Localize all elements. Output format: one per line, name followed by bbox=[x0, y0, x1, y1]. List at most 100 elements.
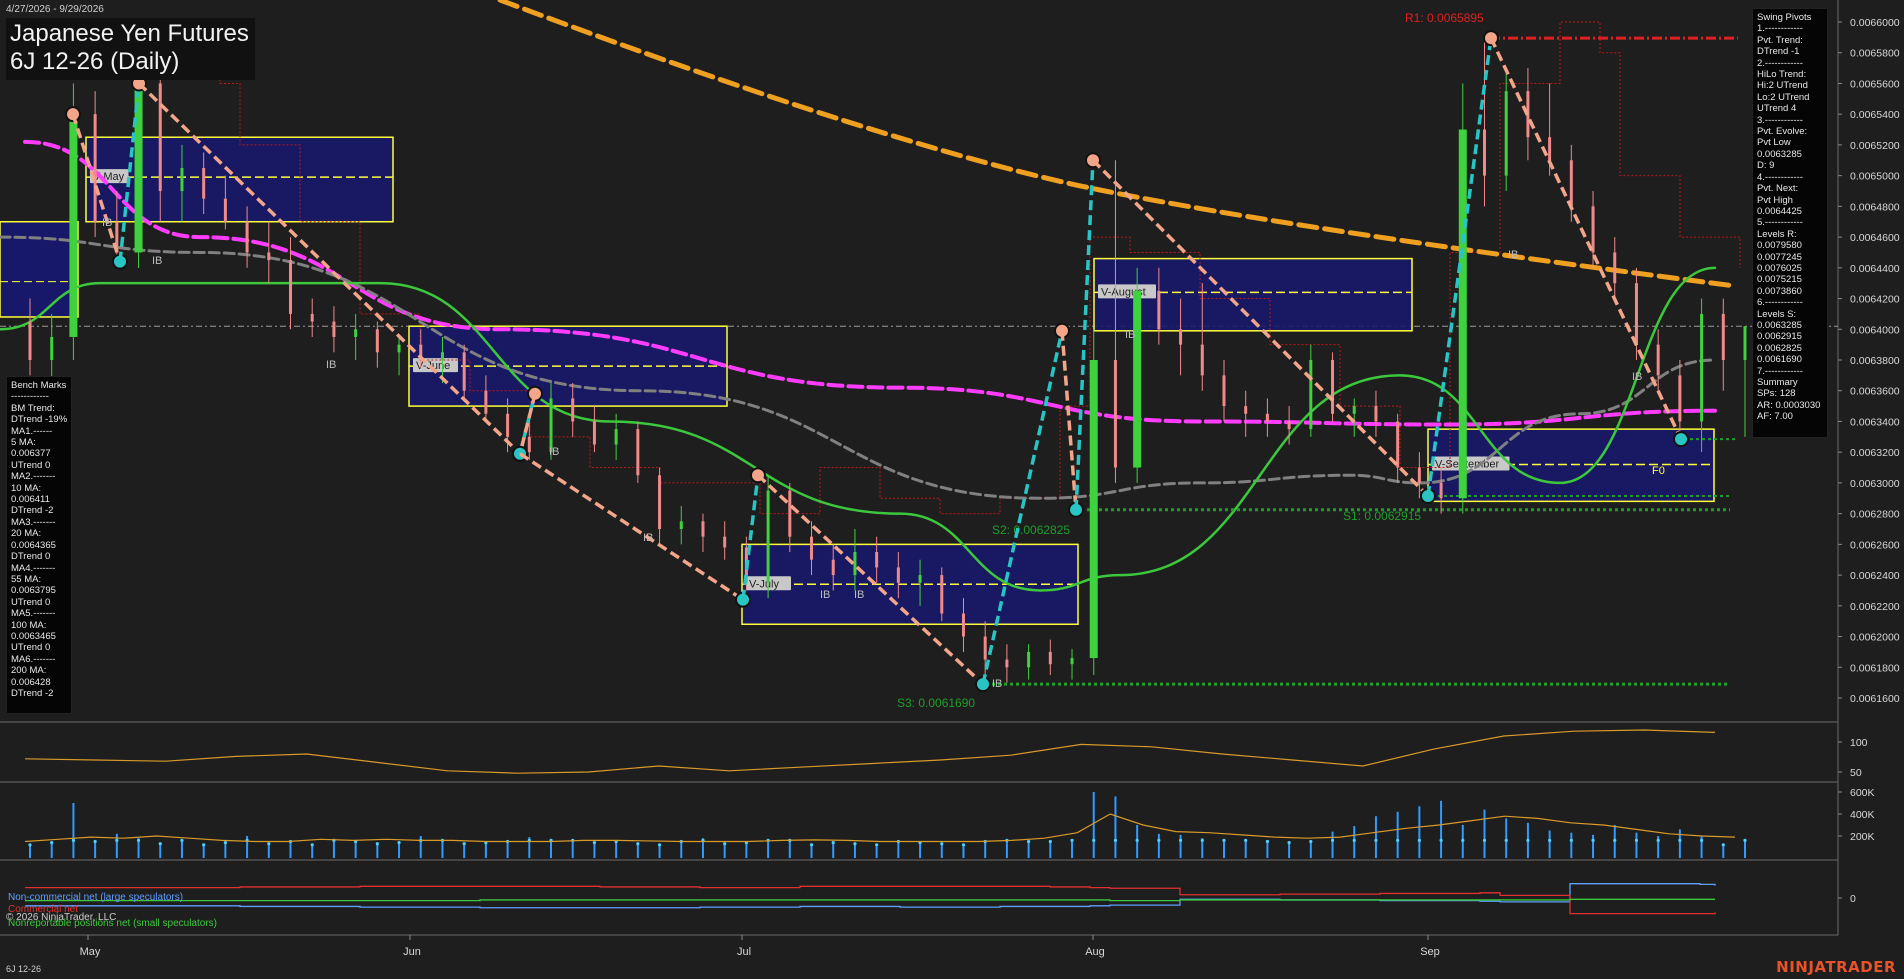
candle-down bbox=[875, 552, 879, 568]
bench-marks-line: 10 MA: bbox=[11, 482, 42, 494]
candle-down bbox=[1678, 375, 1682, 422]
chart-instrument: 6J 12-26 (Daily) bbox=[10, 48, 180, 75]
y-tick-label: 0.0062200 bbox=[1850, 601, 1900, 613]
candle-down bbox=[571, 398, 575, 422]
ib-label: IB bbox=[1125, 329, 1135, 341]
candle-up bbox=[397, 344, 401, 353]
candle-up bbox=[440, 352, 444, 360]
candle-down bbox=[310, 313, 314, 322]
volume-dot bbox=[636, 842, 640, 846]
swing-pivots-line: 0.0062915 bbox=[1757, 331, 1802, 343]
fo-label: F0 bbox=[1652, 465, 1665, 477]
candle-down bbox=[961, 613, 965, 637]
bench-marks-line: DTrend -19% bbox=[11, 414, 68, 426]
swing-pivots-line: 0.0075215 bbox=[1757, 274, 1802, 286]
swing-pivots-line: Pvt Low bbox=[1757, 137, 1791, 149]
y-tick-label: 0.0062000 bbox=[1850, 632, 1900, 644]
y-tick-label: 0.0062600 bbox=[1850, 539, 1900, 551]
candle-down bbox=[1569, 160, 1573, 207]
volume-dot bbox=[115, 838, 119, 843]
candle-down bbox=[1331, 360, 1335, 414]
volume-dot bbox=[1178, 838, 1183, 843]
candle-down bbox=[788, 490, 792, 537]
volume-dot bbox=[1634, 838, 1639, 843]
candle-up bbox=[354, 329, 358, 337]
volume-dot bbox=[1656, 838, 1660, 843]
swing-pivots-line: SPs: 128 bbox=[1757, 388, 1796, 400]
volume-dot bbox=[1591, 838, 1595, 843]
volume-tick-label: 200K bbox=[1850, 831, 1875, 843]
candle-down bbox=[831, 559, 835, 576]
volume-dot bbox=[1048, 839, 1052, 844]
bench-marks-line: BM Trend: bbox=[11, 402, 55, 414]
candle-up bbox=[614, 429, 618, 445]
y-tick-label: 0.0063600 bbox=[1850, 386, 1900, 398]
candle-down bbox=[28, 321, 32, 360]
candle-down bbox=[810, 536, 814, 560]
candle-up bbox=[1133, 290, 1142, 468]
candle-down bbox=[1179, 329, 1183, 345]
candle-down bbox=[1482, 129, 1486, 176]
candle-down bbox=[158, 83, 162, 191]
vwap-label: V-July bbox=[749, 578, 779, 590]
swing-pivots-line: D: 9 bbox=[1757, 160, 1775, 172]
candle-up bbox=[918, 575, 922, 583]
volume-dot bbox=[1374, 838, 1378, 843]
vwap-box bbox=[741, 543, 1079, 626]
candle-up bbox=[1504, 91, 1508, 176]
ib-label: IB bbox=[992, 678, 1002, 690]
volume-dot bbox=[136, 838, 141, 843]
volume-dot bbox=[267, 842, 271, 846]
candle-down bbox=[332, 321, 336, 337]
s2-label: S2: 0.0062825 bbox=[992, 523, 1070, 537]
bench-marks-line: MA5.------- bbox=[11, 608, 56, 620]
ib-label: IB bbox=[102, 217, 112, 229]
volume-tick-label: 400K bbox=[1850, 809, 1875, 821]
swing-pivots-line: 0.0061690 bbox=[1757, 354, 1802, 366]
swing-pivots-line: Pvt. Trend: bbox=[1757, 34, 1803, 46]
x-tick-label: Aug bbox=[1085, 946, 1105, 958]
swing-pivots-panel: Swing Pivots 1.------------ Pvt. Trend: DTr… bbox=[1752, 8, 1828, 438]
volume-dot bbox=[180, 838, 184, 843]
ib-label: IB bbox=[549, 446, 559, 458]
volume-dot bbox=[1113, 838, 1118, 843]
candle-down bbox=[1265, 413, 1269, 422]
candle-down bbox=[658, 475, 662, 529]
x-tick-label: Jun bbox=[403, 946, 421, 958]
volume-dot bbox=[397, 841, 401, 845]
price-chart[interactable]: V-MayV-JuneV-JulyV-AugustV-SeptemberR1: … bbox=[0, 0, 1904, 979]
volume-dot bbox=[1548, 838, 1552, 843]
volume-dot bbox=[1526, 838, 1530, 843]
s1-label: S1: 0.0062915 bbox=[1343, 509, 1421, 523]
bench-marks-line: 20 MA: bbox=[11, 528, 42, 540]
volume-dot bbox=[1265, 839, 1270, 844]
swing-pivots-line: 4.------------ bbox=[1757, 171, 1803, 183]
volume-dot bbox=[1027, 839, 1031, 844]
candle-up bbox=[1458, 129, 1467, 499]
volume-dot bbox=[592, 841, 597, 845]
ib-label: IB bbox=[326, 359, 336, 371]
swing-pivots-line: Pvt. Next: bbox=[1757, 183, 1799, 195]
candle-down bbox=[1591, 206, 1595, 253]
candle-down bbox=[1287, 421, 1291, 430]
r1-label: R1: 0.0065895 bbox=[1405, 11, 1484, 25]
swing-pivots-line: 0.0076025 bbox=[1757, 262, 1802, 274]
volume-dot bbox=[1200, 838, 1204, 843]
candle-down bbox=[506, 413, 510, 437]
candle-down bbox=[1396, 421, 1400, 468]
y-tick-label: 0.0063000 bbox=[1850, 478, 1900, 490]
swing-pivots-line: 6.------------ bbox=[1757, 297, 1803, 309]
candle-up bbox=[549, 398, 553, 453]
date-range: 4/27/2026 - 9/29/2026 bbox=[6, 4, 104, 15]
candle-up bbox=[853, 552, 857, 576]
y-tick-label: 0.0065600 bbox=[1850, 78, 1900, 90]
volume-dot bbox=[223, 841, 227, 845]
swing-pivots-line: 1.------------ bbox=[1757, 23, 1803, 35]
volume-dot bbox=[1482, 838, 1487, 843]
volume-dot bbox=[1504, 838, 1508, 843]
volume-tick-label: 600K bbox=[1850, 787, 1875, 799]
swing-pivots-line: Swing Pivots bbox=[1757, 12, 1812, 23]
candle-up bbox=[766, 490, 770, 583]
cot-legend-large-speculators: Non-commercial net (large speculators) bbox=[8, 892, 184, 903]
volume-dot bbox=[831, 841, 835, 845]
